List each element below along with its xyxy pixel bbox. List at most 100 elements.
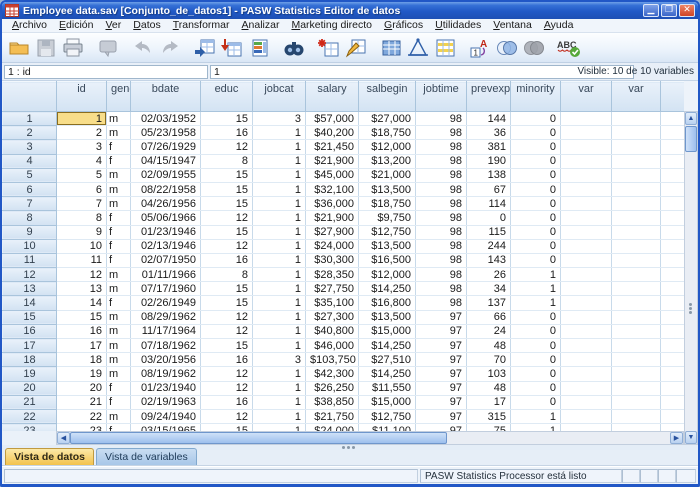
row-number[interactable]: 17	[3, 339, 57, 353]
cell[interactable]: 22	[57, 409, 107, 423]
menu-item-gr-ficos[interactable]: Gráficos	[378, 19, 429, 32]
cell[interactable]: 16	[201, 395, 253, 409]
row-number[interactable]: 1	[3, 112, 57, 126]
cell[interactable]: 0	[511, 324, 561, 338]
cell[interactable]: 1	[253, 268, 306, 282]
cell[interactable]: $30,300	[306, 253, 359, 267]
cell[interactable]: 02/26/1949	[131, 296, 201, 310]
cell[interactable]: 01/23/1946	[131, 225, 201, 239]
cell-empty[interactable]	[612, 126, 661, 140]
row-number[interactable]: 4	[3, 154, 57, 168]
cell[interactable]: $11,100	[359, 424, 416, 431]
column-header-salbegin[interactable]: salbegin	[359, 82, 416, 112]
cell-empty[interactable]	[561, 225, 612, 239]
cell[interactable]: 1	[511, 409, 561, 423]
cell-empty[interactable]	[561, 296, 612, 310]
row-number[interactable]: 10	[3, 239, 57, 253]
cell[interactable]: 0	[511, 395, 561, 409]
cell[interactable]: 20	[57, 381, 107, 395]
cell-empty[interactable]	[612, 225, 661, 239]
cell[interactable]: 98	[416, 296, 467, 310]
cell[interactable]: 137	[467, 296, 511, 310]
cell[interactable]: 97	[416, 324, 467, 338]
cell[interactable]: 1	[253, 168, 306, 182]
scroll-left-icon[interactable]: ◀	[57, 432, 70, 444]
goto-variable-icon[interactable]	[218, 35, 245, 61]
undo-icon[interactable]	[129, 35, 156, 61]
cell[interactable]: 15	[201, 225, 253, 239]
cell[interactable]: 0	[511, 353, 561, 367]
cell[interactable]: 15	[201, 168, 253, 182]
cell[interactable]: 98	[416, 239, 467, 253]
cell[interactable]: 1	[511, 282, 561, 296]
cell[interactable]: 1	[253, 395, 306, 409]
menu-item-analizar[interactable]: Analizar	[236, 19, 286, 32]
cell[interactable]: $21,900	[306, 211, 359, 225]
cell[interactable]: 1	[253, 424, 306, 431]
cell[interactable]: 98	[416, 225, 467, 239]
insert-variable-icon[interactable]	[342, 35, 369, 61]
cell[interactable]: 11/17/1964	[131, 324, 201, 338]
cell[interactable]: m	[107, 168, 131, 182]
cell[interactable]: 143	[467, 253, 511, 267]
cell[interactable]: 02/19/1963	[131, 395, 201, 409]
cell[interactable]: 18	[57, 353, 107, 367]
cell[interactable]: 1	[253, 409, 306, 423]
cell[interactable]: 08/22/1958	[131, 182, 201, 196]
cell[interactable]: f	[107, 253, 131, 267]
cell-empty[interactable]	[561, 168, 612, 182]
row-number[interactable]: 2	[3, 126, 57, 140]
cell[interactable]: $13,200	[359, 154, 416, 168]
show-all-variables-icon[interactable]	[520, 35, 547, 61]
cell-empty[interactable]	[612, 339, 661, 353]
cell-empty[interactable]	[612, 395, 661, 409]
cell[interactable]: $40,800	[306, 324, 359, 338]
use-variable-sets-icon[interactable]	[493, 35, 520, 61]
cell[interactable]: m	[107, 324, 131, 338]
cell[interactable]: 12	[201, 239, 253, 253]
cell[interactable]: 24	[467, 324, 511, 338]
cell[interactable]: 0	[467, 211, 511, 225]
cell[interactable]: 0	[511, 126, 561, 140]
cell[interactable]: 15	[201, 182, 253, 196]
cell[interactable]: 98	[416, 282, 467, 296]
maximize-button[interactable]: ❐	[661, 4, 677, 17]
cell[interactable]: 12	[201, 310, 253, 324]
print-icon[interactable]	[59, 35, 86, 61]
cell[interactable]: $21,750	[306, 409, 359, 423]
cell-empty[interactable]	[612, 168, 661, 182]
cell[interactable]: 0	[511, 211, 561, 225]
cell[interactable]: $14,250	[359, 339, 416, 353]
cell[interactable]: f	[107, 225, 131, 239]
cell[interactable]: $12,750	[359, 225, 416, 239]
variables-icon[interactable]	[245, 35, 272, 61]
cell[interactable]: 1	[253, 296, 306, 310]
cell[interactable]: m	[107, 282, 131, 296]
cell-empty[interactable]	[612, 154, 661, 168]
cell[interactable]: 36	[467, 126, 511, 140]
cell[interactable]: 0	[511, 168, 561, 182]
cell-empty[interactable]	[612, 140, 661, 154]
cell[interactable]: 97	[416, 395, 467, 409]
cell-empty[interactable]	[561, 112, 612, 126]
insert-cases-icon[interactable]	[315, 35, 342, 61]
cell[interactable]: 05/23/1958	[131, 126, 201, 140]
cell[interactable]: $16,800	[359, 296, 416, 310]
cell[interactable]: 97	[416, 424, 467, 431]
cell-empty[interactable]	[561, 253, 612, 267]
cell[interactable]: f	[107, 296, 131, 310]
column-header-bdate[interactable]: bdate	[131, 82, 201, 112]
cell[interactable]: 23	[57, 424, 107, 431]
cell[interactable]: 66	[467, 310, 511, 324]
row-number[interactable]: 16	[3, 324, 57, 338]
cell[interactable]: 03/15/1965	[131, 424, 201, 431]
cell-empty[interactable]	[561, 197, 612, 211]
cell[interactable]: 1	[253, 381, 306, 395]
menu-item-ventana[interactable]: Ventana	[487, 19, 538, 32]
cell[interactable]: 1	[511, 268, 561, 282]
split-file-icon[interactable]	[377, 35, 404, 61]
cell[interactable]: 17	[467, 395, 511, 409]
cell[interactable]: $16,500	[359, 253, 416, 267]
cell[interactable]: $27,750	[306, 282, 359, 296]
cell-empty[interactable]	[561, 324, 612, 338]
